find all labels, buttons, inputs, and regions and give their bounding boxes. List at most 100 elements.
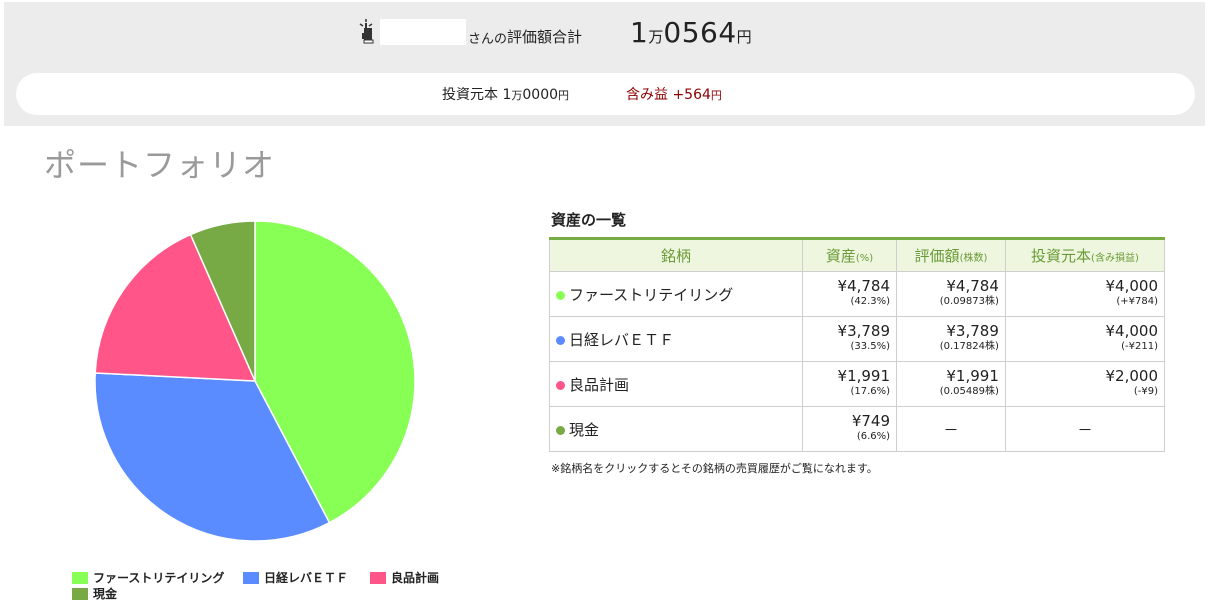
- legend-swatch: [72, 587, 88, 600]
- principal-pl: (-¥9): [1133, 386, 1158, 397]
- col-header-asset: 資産(%): [801, 238, 898, 272]
- asset-list-title: 資産の一覧: [551, 211, 627, 229]
- username-redacted: [380, 19, 466, 45]
- legend-item: 日経レバＥＴＦ: [243, 569, 348, 586]
- principal-label: 投資元本: [442, 87, 498, 103]
- asset-rows: ファーストリテイリング ¥4,784 (42.3%) ¥4,784 (0.09873株)…: [549, 271, 1166, 452]
- col-header-asset-sub: (%): [855, 253, 874, 264]
- table-row: 現金 ¥749 (6.6%) － －: [549, 406, 1166, 452]
- col-header-eval: 評価額(株数): [896, 238, 1006, 272]
- legend-item: ファーストリテイリング: [72, 569, 224, 586]
- asset-name-link[interactable]: 日経レバＥＴＦ: [569, 331, 674, 349]
- legend-swatch: [72, 571, 88, 584]
- principal-summary: 投資元本 1万0000円: [442, 84, 569, 104]
- legend-item: 現金: [72, 585, 117, 602]
- col-header-name: 銘柄: [549, 238, 803, 272]
- asset-table: 銘柄 資産(%) 評価額(株数) 投資元本(含み損益) ファーストリテイリング ¥…: [549, 237, 1166, 452]
- col-header-principal-label: 投資元本: [1031, 247, 1092, 265]
- principal-amount: ¥4,000: [1105, 277, 1159, 295]
- gain-value: +564: [672, 87, 711, 103]
- total-rest: 0564: [663, 15, 737, 49]
- eval-cell: ¥3,789 (0.17824株): [896, 316, 1006, 362]
- asset-name-link[interactable]: 現金: [569, 421, 599, 439]
- eval-amount: ¥4,784: [946, 277, 999, 295]
- asset-percent: (17.6%): [850, 386, 891, 397]
- legend-label: ファーストリテイリング: [93, 571, 225, 585]
- table-row: 日経レバＥＴＦ ¥3,789 (33.5%) ¥3,789 (0.17824株) ¥4,0…: [549, 316, 1166, 362]
- col-header-name-label: 銘柄: [660, 247, 691, 265]
- asset-dot-icon: [556, 425, 565, 435]
- gain-yen-unit: 円: [710, 89, 722, 102]
- principal-man-unit: 万: [511, 89, 523, 102]
- table-note: ※銘柄名をクリックするとその銘柄の売買履歴がご覧になれます。: [551, 462, 878, 475]
- portfolio-pie-chart: [94, 220, 416, 542]
- eval-shares: (0.17824株): [939, 341, 999, 352]
- asset-amount-cell: ¥749 (6.6%): [801, 406, 898, 452]
- asset-amount: ¥749: [851, 412, 891, 430]
- table-row: 良品計画 ¥1,991 (17.6%) ¥1,991 (0.05489株) ¥2,000(…: [549, 361, 1166, 407]
- asset-name-cell[interactable]: 良品計画: [549, 361, 803, 407]
- asset-dot-icon: [556, 380, 565, 390]
- asset-name-cell[interactable]: 日経レバＥＴＦ: [549, 316, 803, 362]
- principal-amount: ¥4,000: [1105, 322, 1159, 340]
- principal-pl: (-¥211): [1121, 341, 1158, 352]
- asset-dot-icon: [556, 335, 565, 345]
- eval-cell: ¥1,991 (0.05489株): [896, 361, 1006, 407]
- asset-name-cell[interactable]: ファーストリテイリング: [549, 271, 803, 317]
- table-row: ファーストリテイリング ¥4,784 (42.3%) ¥4,784 (0.09873株)…: [549, 271, 1166, 317]
- asset-amount: ¥3,789: [837, 322, 891, 340]
- table-header-row: 銘柄 資産(%) 評価額(株数) 投資元本(含み損益): [549, 238, 1166, 272]
- eval-amount: ¥1,991: [946, 367, 999, 385]
- asset-percent: (33.5%): [850, 341, 891, 352]
- total-man-unit: 万: [648, 27, 664, 46]
- eval-amount: ¥3,789: [946, 322, 999, 340]
- legend-label: 日経レバＥＴＦ: [264, 571, 349, 585]
- legend-swatch: [243, 571, 259, 584]
- principal-rest: 0000: [522, 87, 559, 103]
- col-header-principal: 投資元本(含み損益): [1004, 238, 1166, 272]
- asset-name-link[interactable]: ファーストリテイリング: [569, 286, 733, 304]
- total-value: 1 万 0564 円: [630, 16, 752, 49]
- principal-cell: ¥4,000 (-¥211): [1004, 316, 1166, 362]
- total-value-label: 評価額合計: [507, 27, 583, 46]
- principal-cell: ¥2,000 (-¥9): [1004, 361, 1166, 407]
- total-man: 1: [630, 15, 649, 49]
- asset-amount: ¥1,991: [837, 367, 891, 385]
- legend-swatch: [370, 571, 386, 584]
- principal-pl: (+¥784): [1116, 296, 1158, 307]
- eval-cell: －: [896, 406, 1006, 452]
- principal-amount: －: [1077, 420, 1093, 439]
- principal-cell: －: [1004, 406, 1166, 452]
- asset-amount: ¥4,784: [837, 277, 891, 295]
- asset-amount-cell: ¥1,991 (17.6%): [801, 361, 898, 407]
- legend-item: 良品計画: [370, 569, 439, 586]
- username-suffix: さんの: [468, 31, 508, 47]
- hand-pointer-icon: [359, 19, 374, 44]
- col-header-eval-label: 評価額: [914, 247, 960, 265]
- gain-summary: 含み益 +564円: [626, 84, 722, 104]
- legend-label: 良品計画: [391, 571, 440, 585]
- asset-name-cell[interactable]: 現金: [549, 406, 803, 452]
- legend-label: 現金: [93, 587, 118, 601]
- col-header-eval-sub: (株数): [959, 253, 988, 264]
- eval-shares: (0.09873株): [939, 296, 999, 307]
- asset-percent: (6.6%): [856, 431, 891, 442]
- portfolio-title: ポートフォリオ: [44, 146, 276, 184]
- gain-label: 含み益: [626, 87, 668, 103]
- eval-amount: －: [943, 420, 959, 439]
- header-total: さんの 評価額合計 1 万 0564 円: [358, 12, 752, 52]
- asset-dot-icon: [556, 290, 565, 300]
- principal-amount: ¥2,000: [1105, 367, 1159, 385]
- col-header-asset-label: 資産: [825, 247, 856, 265]
- eval-cell: ¥4,784 (0.09873株): [896, 271, 1006, 317]
- asset-amount-cell: ¥4,784 (42.3%): [801, 271, 898, 317]
- asset-amount-cell: ¥3,789 (33.5%): [801, 316, 898, 362]
- asset-name-link[interactable]: 良品計画: [569, 376, 629, 394]
- total-yen-unit: 円: [736, 27, 752, 46]
- col-header-principal-sub: (含み損益): [1091, 253, 1139, 264]
- principal-yen-unit: 円: [558, 89, 570, 102]
- summary-bar: 投資元本 1万0000円 含み益 +564円: [16, 73, 1195, 115]
- asset-percent: (42.3%): [850, 296, 891, 307]
- eval-shares: (0.05489株): [939, 386, 999, 397]
- principal-cell: ¥4,000 (+¥784): [1004, 271, 1166, 317]
